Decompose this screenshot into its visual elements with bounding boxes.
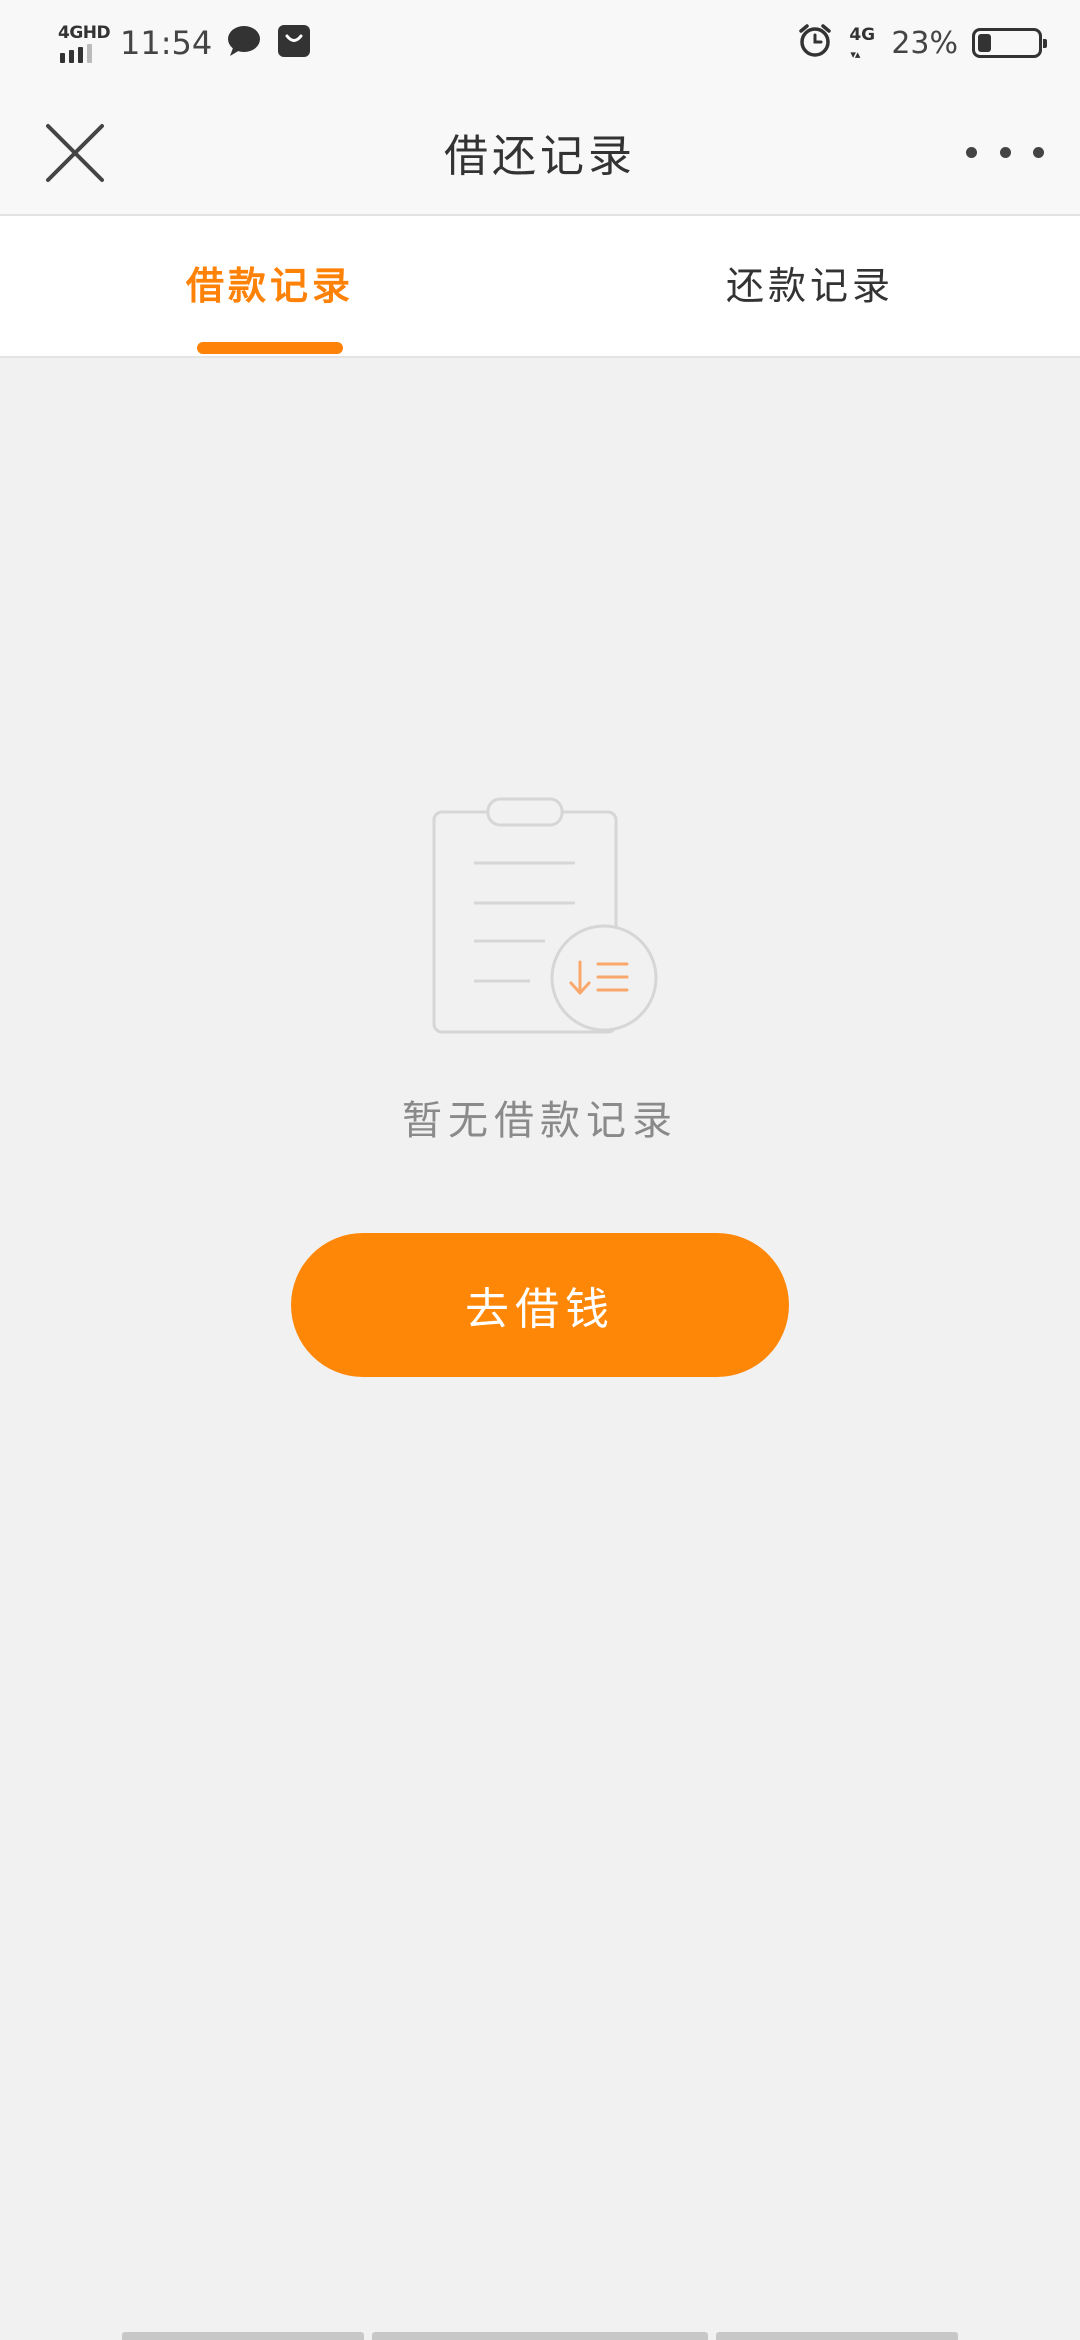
bag-icon bbox=[276, 23, 312, 63]
active-tab-indicator bbox=[197, 342, 343, 354]
app-screen: 4GHD 11:54 4G ▾▴ 23% 借还记录 借款记录 还款记录 暂无借款… bbox=[0, 0, 1080, 2340]
status-bar-right: 4G ▾▴ 23% bbox=[797, 18, 1047, 68]
battery-percent: 23% bbox=[891, 25, 958, 61]
more-icon bbox=[966, 146, 977, 158]
alarm-icon bbox=[797, 23, 833, 63]
mobile-data-icon: 4G ▾▴ bbox=[849, 25, 876, 61]
network-label: 4GHD bbox=[58, 23, 111, 43]
mobile-data-label: 4G bbox=[849, 25, 876, 45]
go-borrow-button[interactable]: 去借钱 bbox=[291, 1233, 789, 1377]
battery-icon bbox=[972, 28, 1047, 58]
tab-label: 还款记录 bbox=[725, 263, 894, 308]
empty-state-message: 暂无借款记录 bbox=[402, 1098, 678, 1144]
signal-icon: 4GHD bbox=[58, 23, 111, 63]
tab-repay-records[interactable]: 还款记录 bbox=[540, 216, 1080, 356]
status-bar-left: 4GHD 11:54 bbox=[58, 18, 312, 68]
bottom-indicator bbox=[716, 2332, 958, 2340]
status-time: 11:54 bbox=[120, 24, 213, 62]
bottom-indicator bbox=[122, 2332, 364, 2340]
bottom-indicator bbox=[372, 2332, 708, 2340]
status-bar: 4GHD 11:54 4G ▾▴ 23% bbox=[0, 0, 1080, 84]
tab-label: 借款记录 bbox=[185, 263, 354, 308]
tab-borrow-records[interactable]: 借款记录 bbox=[0, 216, 540, 356]
more-button[interactable] bbox=[960, 132, 1050, 172]
record-tabs: 借款记录 还款记录 bbox=[0, 216, 1080, 358]
message-bubble-icon bbox=[226, 24, 262, 62]
page-title: 借还记录 bbox=[444, 131, 636, 182]
clipboard-sort-icon bbox=[430, 796, 662, 1036]
navigation-bar: 借还记录 bbox=[0, 84, 1080, 216]
